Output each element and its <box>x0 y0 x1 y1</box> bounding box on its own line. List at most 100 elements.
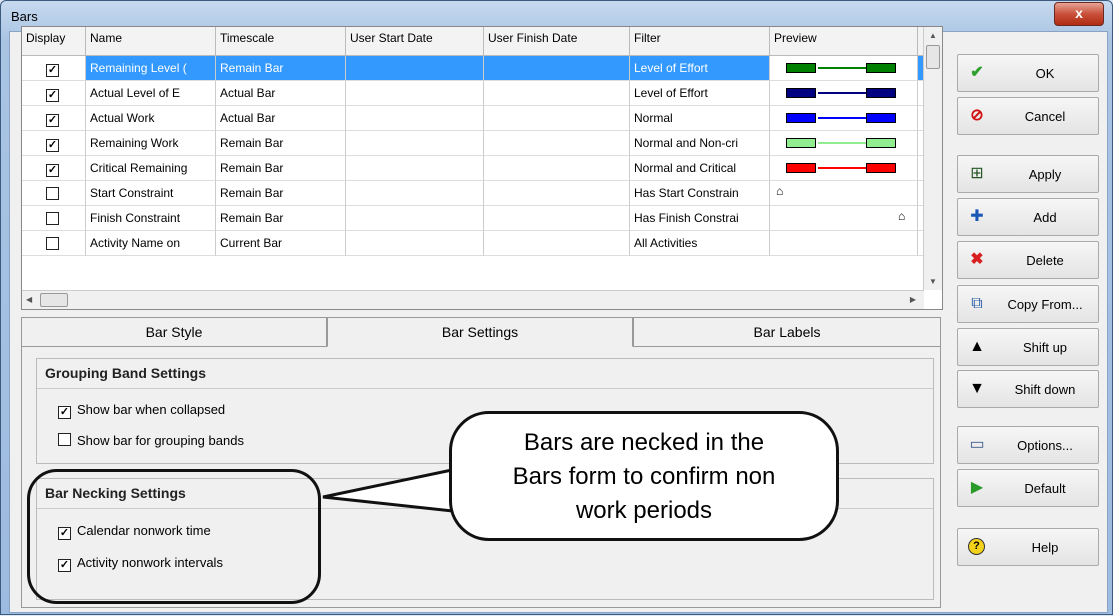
display-cell[interactable] <box>22 206 86 231</box>
filter-cell[interactable]: Has Finish Constrai <box>630 206 770 231</box>
timescale-cell[interactable]: Remain Bar <box>216 181 346 206</box>
vertical-scrollbar[interactable]: ▲ ▼ <box>923 27 942 290</box>
default-button[interactable]: ▶ Default <box>957 469 1099 507</box>
scroll-down-icon[interactable]: ▼ <box>929 277 937 286</box>
user-start-cell[interactable] <box>346 56 484 81</box>
column-header[interactable]: Preview <box>770 27 918 55</box>
user-finish-cell[interactable] <box>484 131 630 156</box>
user-start-cell[interactable] <box>346 81 484 106</box>
bars-grid[interactable]: Display Name Timescale User Start Date U… <box>21 26 943 310</box>
timescale-cell[interactable]: Actual Bar <box>216 106 346 131</box>
delete-button[interactable]: ✖ Delete <box>957 241 1099 279</box>
preview-cell[interactable] <box>770 56 918 81</box>
column-header[interactable]: Display <box>22 27 86 55</box>
scroll-up-icon[interactable]: ▲ <box>929 31 937 40</box>
cancel-button[interactable]: ⊘ Cancel <box>957 97 1099 135</box>
name-cell[interactable]: Start Constraint <box>86 181 216 206</box>
timescale-cell[interactable]: Actual Bar <box>216 81 346 106</box>
column-header[interactable]: Timescale <box>216 27 346 55</box>
name-cell[interactable]: Actual Level of E <box>86 81 216 106</box>
user-finish-cell[interactable] <box>484 156 630 181</box>
preview-cell[interactable] <box>770 81 918 106</box>
display-checkbox[interactable]: ✓ <box>46 64 59 77</box>
name-cell[interactable]: Remaining Level ( <box>86 56 216 81</box>
column-header[interactable]: Name <box>86 27 216 55</box>
display-cell[interactable] <box>22 231 86 256</box>
display-checkbox[interactable]: ✓ <box>46 114 59 127</box>
tab-bar-style[interactable]: Bar Style <box>21 317 327 347</box>
shift-down-button[interactable]: ▼ Shift down <box>957 370 1099 408</box>
preview-cell[interactable]: ⌂ <box>770 206 918 231</box>
checkbox[interactable]: ✓ <box>58 406 71 419</box>
preview-cell[interactable] <box>770 156 918 181</box>
column-header[interactable]: Filter <box>630 27 770 55</box>
table-row[interactable]: ✓ Actual Work Actual Bar Normal <box>22 106 942 131</box>
timescale-cell[interactable]: Remain Bar <box>216 56 346 81</box>
user-start-cell[interactable] <box>346 231 484 256</box>
column-header[interactable]: User Finish Date <box>484 27 630 55</box>
display-checkbox[interactable]: ✓ <box>46 164 59 177</box>
display-checkbox[interactable] <box>46 187 59 200</box>
table-row[interactable]: ✓ Critical Remaining Remain Bar Normal and … <box>22 156 942 181</box>
name-cell[interactable]: Remaining Work <box>86 131 216 156</box>
show-bar-collapsed-option[interactable]: ✓ Show bar when collapsed <box>58 402 225 419</box>
show-bar-grouping-option[interactable]: Show bar for grouping bands <box>58 432 244 448</box>
user-start-cell[interactable] <box>346 131 484 156</box>
add-button[interactable]: ✚ Add <box>957 198 1099 236</box>
timescale-cell[interactable]: Remain Bar <box>216 156 346 181</box>
display-cell[interactable]: ✓ <box>22 131 86 156</box>
timescale-cell[interactable]: Remain Bar <box>216 131 346 156</box>
display-checkbox[interactable]: ✓ <box>46 139 59 152</box>
user-finish-cell[interactable] <box>484 206 630 231</box>
name-cell[interactable]: Actual Work <box>86 106 216 131</box>
table-row[interactable]: ✓ Remaining Level (Remain Bar Level of Eff… <box>22 56 942 81</box>
display-cell[interactable]: ✓ <box>22 81 86 106</box>
preview-cell[interactable] <box>770 231 918 256</box>
column-header[interactable]: User Start Date <box>346 27 484 55</box>
scroll-thumb[interactable] <box>926 45 940 69</box>
tab-bar-settings[interactable]: Bar Settings <box>327 317 633 347</box>
ok-button[interactable]: ✔ OK <box>957 54 1099 92</box>
preview-cell[interactable] <box>770 131 918 156</box>
filter-cell[interactable]: Normal and Non-cri <box>630 131 770 156</box>
preview-cell[interactable] <box>770 106 918 131</box>
user-start-cell[interactable] <box>346 156 484 181</box>
user-finish-cell[interactable] <box>484 181 630 206</box>
table-row[interactable]: Start Constraint Remain Bar Has Start Cons… <box>22 181 942 206</box>
display-cell[interactable]: ✓ <box>22 106 86 131</box>
filter-cell[interactable]: Level of Effort <box>630 81 770 106</box>
table-row[interactable]: Activity Name on Current Bar All Activitie… <box>22 231 942 256</box>
horizontal-scrollbar[interactable]: ◀ ▶ <box>22 290 924 309</box>
user-finish-cell[interactable] <box>484 56 630 81</box>
table-row[interactable]: ✓ Actual Level of E Actual Bar Level of Eff… <box>22 81 942 106</box>
name-cell[interactable]: Activity Name on <box>86 231 216 256</box>
name-cell[interactable]: Critical Remaining <box>86 156 216 181</box>
apply-button[interactable]: ⊞ Apply <box>957 155 1099 193</box>
filter-cell[interactable]: Has Start Constrain <box>630 181 770 206</box>
filter-cell[interactable]: Normal and Critical <box>630 156 770 181</box>
user-start-cell[interactable] <box>346 206 484 231</box>
user-finish-cell[interactable] <box>484 231 630 256</box>
help-button[interactable]: ? Help <box>957 528 1099 566</box>
display-cell[interactable] <box>22 181 86 206</box>
close-button[interactable]: x <box>1054 2 1104 26</box>
scroll-left-icon[interactable]: ◀ <box>26 295 32 304</box>
user-start-cell[interactable] <box>346 181 484 206</box>
options-button[interactable]: ▭ Options... <box>957 426 1099 464</box>
display-cell[interactable]: ✓ <box>22 56 86 81</box>
filter-cell[interactable]: All Activities <box>630 231 770 256</box>
preview-cell[interactable]: ⌂ <box>770 181 918 206</box>
display-checkbox[interactable] <box>46 212 59 225</box>
tab-bar-labels[interactable]: Bar Labels <box>633 317 941 347</box>
shift-up-button[interactable]: ▲ Shift up <box>957 328 1099 366</box>
user-start-cell[interactable] <box>346 106 484 131</box>
scroll-right-icon[interactable]: ▶ <box>910 295 916 304</box>
timescale-cell[interactable]: Current Bar <box>216 231 346 256</box>
table-row[interactable]: Finish Constraint Remain Bar Has Finish Co… <box>22 206 942 231</box>
checkbox[interactable] <box>58 433 71 446</box>
user-finish-cell[interactable] <box>484 106 630 131</box>
table-row[interactable]: ✓ Remaining Work Remain Bar Normal and Non-… <box>22 131 942 156</box>
filter-cell[interactable]: Normal <box>630 106 770 131</box>
user-finish-cell[interactable] <box>484 81 630 106</box>
display-checkbox[interactable]: ✓ <box>46 89 59 102</box>
